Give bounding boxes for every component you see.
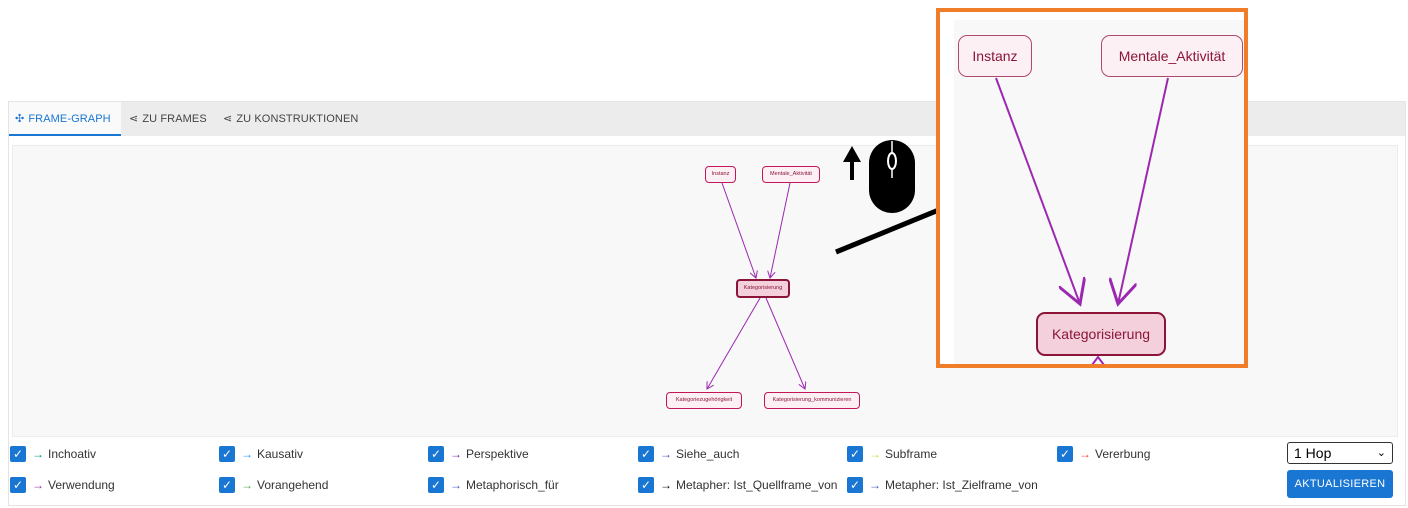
checkbox-checked-icon[interactable]: ✓ — [847, 446, 863, 462]
tab-zu-frames[interactable]: ⋖ ZU FRAMES — [129, 102, 207, 136]
node-instanz[interactable]: Instanz — [705, 166, 736, 183]
arrow-icon: → — [869, 478, 881, 492]
checkbox-checked-icon[interactable]: ✓ — [638, 477, 654, 493]
checkbox-checked-icon[interactable]: ✓ — [10, 477, 26, 493]
checkbox-checked-icon[interactable]: ✓ — [428, 477, 444, 493]
checkbox-checked-icon[interactable]: ✓ — [638, 446, 654, 462]
checkbox-checked-icon[interactable]: ✓ — [219, 477, 235, 493]
arrow-icon: → — [450, 478, 462, 492]
arrow-icon: → — [869, 447, 881, 461]
zoom-node-mentale-aktivitaet[interactable]: Mentale_Aktivität — [1101, 35, 1243, 77]
zoom-edge-instanz — [995, 77, 1080, 304]
share-icon: ⋖ — [129, 113, 139, 125]
hop-select[interactable]: 1 Hop ⌄ — [1287, 442, 1393, 464]
checkbox-checked-icon[interactable]: ✓ — [847, 477, 863, 493]
node-mentale-aktivitaet[interactable]: Mentale_Aktivität — [762, 166, 820, 183]
checkbox-checked-icon[interactable]: ✓ — [10, 446, 26, 462]
share-icon: ⋖ — [223, 113, 233, 125]
edge-instanz-kategorisierung — [721, 182, 756, 278]
arrow-icon: → — [450, 447, 462, 461]
arrow-icon: → — [1079, 447, 1091, 461]
node-kategoriezugehoerigkeit[interactable]: Kategoriezugehörigkeit — [666, 392, 742, 409]
tab-frame-graph[interactable]: ✣ FRAME-GRAPH — [9, 102, 121, 136]
edge-mentale-kategorisierung — [770, 182, 791, 278]
node-kategorisierung-kommunizieren[interactable]: Kategorisierung_kommunizieren — [764, 392, 860, 409]
checkbox-checked-icon[interactable]: ✓ — [1057, 446, 1073, 462]
zoom-edge-out — [1091, 355, 1105, 364]
arrow-icon: → — [32, 447, 44, 461]
graph-icon: ✣ — [15, 113, 25, 125]
zoom-edge-mentale — [1118, 77, 1169, 304]
arrow-icon: → — [32, 478, 44, 492]
arrow-icon: → — [660, 478, 672, 492]
zoom-node-instanz[interactable]: Instanz — [958, 35, 1032, 77]
chevron-down-icon: ⌄ — [1376, 447, 1386, 459]
node-kategorisierung[interactable]: Kategorisierung — [736, 279, 790, 298]
edge-kategorisierung-kommunizieren — [765, 297, 805, 389]
checkbox-checked-icon[interactable]: ✓ — [428, 446, 444, 462]
edge-kategorisierung-zugehoerigkeit — [707, 297, 761, 389]
zoom-node-kategorisierung[interactable]: Kategorisierung — [1036, 312, 1166, 356]
arrow-icon: → — [241, 447, 253, 461]
update-button[interactable]: AKTUALISIEREN — [1287, 470, 1393, 498]
checkbox-checked-icon[interactable]: ✓ — [219, 446, 235, 462]
zoom-graph: Instanz Mentale_Aktivität Kategorisierun… — [954, 20, 1244, 364]
tab-zu-konstruktionen[interactable]: ⋖ ZU KONSTRUKTIONEN — [223, 102, 358, 136]
arrow-icon: → — [660, 447, 672, 461]
zoom-callout: Instanz Mentale_Aktivität Kategorisierun… — [936, 8, 1248, 368]
arrow-icon: → — [241, 478, 253, 492]
